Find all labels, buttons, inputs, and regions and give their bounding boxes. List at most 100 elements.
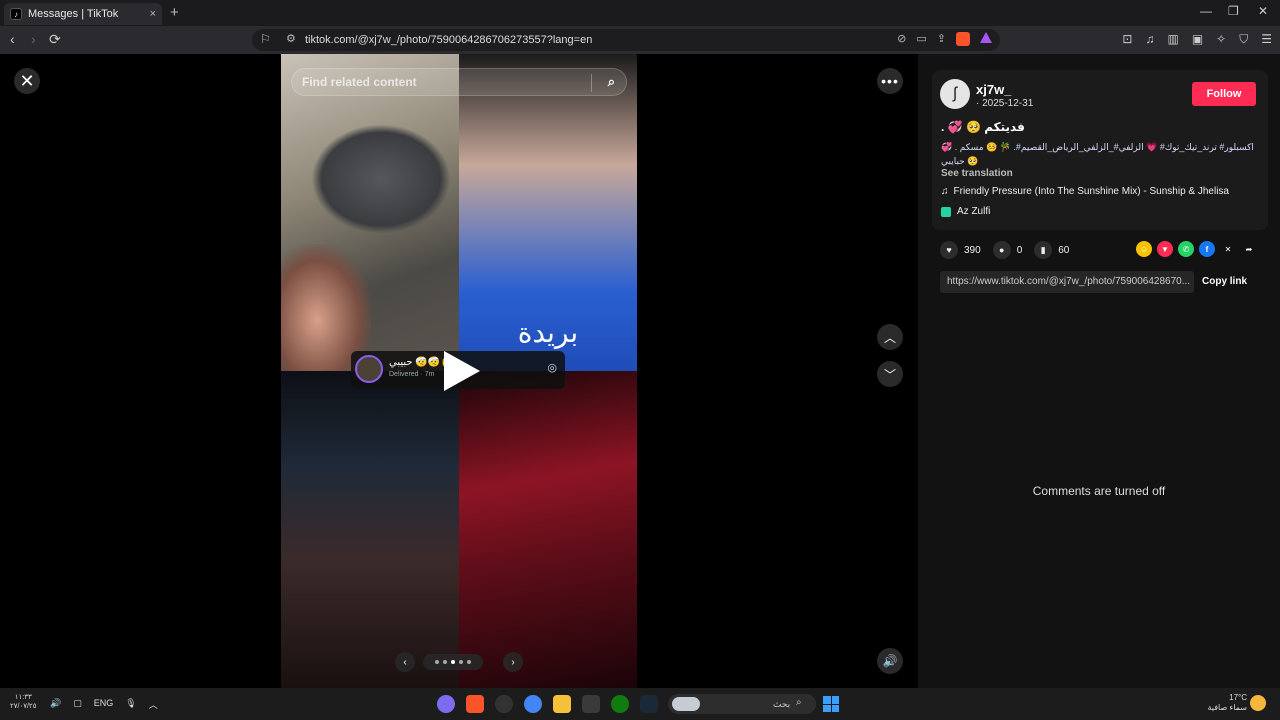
- music-note-icon: ♫: [941, 186, 949, 197]
- tiktok-icon: ♪: [10, 8, 22, 20]
- search-label: بحث: [773, 699, 791, 709]
- minimize-icon[interactable]: —: [1200, 4, 1212, 18]
- post-date: · 2025-12-31: [976, 98, 1034, 109]
- media-icon[interactable]: ♫: [1145, 32, 1154, 47]
- comment-button[interactable]: ● 0: [992, 241, 1022, 259]
- language-indicator[interactable]: ENG: [94, 698, 114, 711]
- emoji-share-icon[interactable]: ☺: [1136, 241, 1152, 257]
- next-slide-button[interactable]: ›: [503, 652, 523, 672]
- facebook-icon[interactable]: f: [1199, 241, 1215, 257]
- save-count: 60: [1058, 244, 1070, 256]
- start-button[interactable]: [823, 696, 839, 712]
- like-count: 390: [964, 244, 981, 256]
- weather-condition: سماء صافية: [1207, 703, 1247, 712]
- previous-slide-button[interactable]: ‹: [395, 652, 415, 672]
- back-icon[interactable]: ‹: [10, 31, 15, 47]
- vpn-icon[interactable]: ⛉: [1239, 32, 1248, 47]
- post-info-card: ʃ xj7w_ · 2025-12-31 Follow . 💞 🥺 فديتكم…: [932, 70, 1268, 230]
- weather-widget[interactable]: 17°C سماء صافية: [1203, 693, 1247, 713]
- windows-taskbar: ١١:٣٣ ٢٧/٠٧/٢٥ 🔊 ▢ ENG 🎙 ︿ بحث ⌕ 17°C سم…: [0, 688, 1280, 720]
- forward-share-icon[interactable]: ➦: [1241, 241, 1257, 257]
- speaker-icon[interactable]: 🔊: [50, 698, 61, 711]
- more-options-button[interactable]: •••: [877, 68, 903, 94]
- bookmark-icon[interactable]: ⚐: [260, 32, 271, 46]
- translate-off-icon[interactable]: ⊘: [897, 32, 906, 46]
- brave-rewards-icon[interactable]: [980, 32, 992, 43]
- address-bar[interactable]: ⚐ ⚙ tiktok.com/@xj7w_/photo/759006428670…: [252, 29, 1000, 51]
- post-link-field[interactable]: https://www.tiktok.com/@xj7w_/photo/7590…: [940, 271, 1194, 293]
- photo-red-light-quadrant: [459, 371, 637, 688]
- photo-viewer: ✕ ••• ︿ ﹀ 🔊 بريدة Find related content ⌕…: [0, 54, 918, 688]
- menu-icon[interactable]: ☰: [1261, 32, 1272, 47]
- slide-dot[interactable]: [435, 660, 439, 664]
- photo-slide[interactable]: بريدة Find related content ⌕ حبيبي 🤕🤕✋ .…: [281, 54, 637, 688]
- file-explorer-icon[interactable]: [553, 695, 571, 713]
- reload-icon[interactable]: ⟳: [49, 31, 61, 48]
- copy-link-row: https://www.tiktok.com/@xj7w_/photo/7590…: [940, 271, 1260, 293]
- screenshot-icon[interactable]: ⊡: [1122, 32, 1132, 47]
- next-post-button[interactable]: ﹀: [877, 361, 903, 387]
- author-avatar[interactable]: ʃ: [940, 79, 970, 109]
- clock[interactable]: ١١:٣٣ ٢٧/٠٧/٢٥: [10, 693, 36, 711]
- network-icon[interactable]: ▢: [73, 698, 82, 711]
- comments-off-message: Comments are turned off: [1032, 484, 1166, 498]
- music-link[interactable]: ♫ Friendly Pressure (Into The Sunshine Mi…: [941, 186, 1229, 197]
- new-tab-button[interactable]: +: [170, 4, 179, 21]
- author-username[interactable]: xj7w_: [976, 82, 1011, 97]
- tab-messages[interactable]: ♪ Messages | TikTok ×: [4, 3, 162, 25]
- engagement-stats: ♥ 390 ● 0 ▮ 60: [940, 241, 1081, 259]
- search-icon[interactable]: ⌕: [608, 74, 615, 90]
- xbox-app-icon[interactable]: [611, 695, 629, 713]
- moon-icon[interactable]: [1250, 695, 1266, 711]
- forward-icon[interactable]: ›: [31, 31, 36, 47]
- save-button[interactable]: ▮ 60: [1034, 241, 1069, 259]
- close-viewer-button[interactable]: ✕: [14, 68, 40, 94]
- message-status: Delivered · 7m: [389, 371, 435, 378]
- weather-cloud-icon: [672, 697, 700, 711]
- cast-icon[interactable]: ▭: [916, 32, 926, 46]
- post-details-panel: ʃ xj7w_ · 2025-12-31 Follow . 💞 🥺 فديتكم…: [918, 54, 1280, 688]
- clock-date: ٢٧/٠٧/٢٥: [10, 703, 37, 710]
- wallet-icon[interactable]: ▣: [1192, 32, 1203, 47]
- taskbar-search[interactable]: بحث ⌕: [668, 694, 816, 714]
- discord-app-icon[interactable]: [437, 695, 455, 713]
- search-icon: ⌕: [796, 697, 802, 708]
- tab-close-icon[interactable]: ×: [150, 8, 156, 20]
- car-image: [311, 124, 451, 234]
- chrome-app-icon[interactable]: [524, 695, 542, 713]
- share-icon[interactable]: ⇪: [937, 32, 946, 46]
- leo-icon[interactable]: ✧: [1216, 32, 1226, 47]
- clock-app-icon[interactable]: [495, 695, 513, 713]
- like-button[interactable]: ♥ 390: [940, 241, 981, 259]
- volume-button[interactable]: 🔊: [877, 648, 903, 674]
- see-translation-link[interactable]: See translation: [941, 168, 1013, 179]
- site-info-icon[interactable]: ⚙: [286, 32, 296, 45]
- url-text[interactable]: tiktok.com/@xj7w_/photo/7590064286706273…: [305, 34, 592, 46]
- related-search-input[interactable]: Find related content ⌕: [291, 68, 627, 96]
- caption-hashtags[interactable]: اكسبلور# ترند_تيك_توك# 💗 الزلفي#_الزلفي_…: [941, 140, 1261, 168]
- search-divider: [591, 74, 592, 92]
- window-close-icon[interactable]: ✕: [1258, 4, 1268, 18]
- microphone-icon[interactable]: 🎙: [125, 698, 136, 711]
- steam-app-icon[interactable]: [640, 695, 658, 713]
- slide-dot[interactable]: [443, 660, 447, 664]
- follow-button[interactable]: Follow: [1192, 82, 1256, 106]
- store-app-icon[interactable]: [582, 695, 600, 713]
- tray-expand-icon[interactable]: ︿: [149, 698, 158, 711]
- previous-post-button[interactable]: ︿: [877, 324, 903, 350]
- copy-link-button[interactable]: Copy link: [1202, 276, 1247, 287]
- brave-shield-icon[interactable]: [956, 32, 970, 46]
- sidebar-icon[interactable]: ▥: [1167, 32, 1178, 47]
- slide-dot[interactable]: [459, 660, 463, 664]
- effect-link[interactable]: Az Zulfi: [941, 206, 990, 217]
- slide-dot[interactable]: [467, 660, 471, 664]
- maximize-icon[interactable]: ❐: [1228, 4, 1239, 18]
- whatsapp-icon[interactable]: ✆: [1178, 241, 1194, 257]
- brave-app-icon[interactable]: [466, 695, 484, 713]
- message-avatar: [355, 355, 383, 383]
- play-icon[interactable]: [444, 351, 480, 391]
- photo-car-interior-quadrant: [281, 371, 459, 688]
- x-icon[interactable]: ✕: [1220, 241, 1236, 257]
- slide-dot-active[interactable]: [451, 660, 455, 664]
- repost-icon[interactable]: ▼: [1157, 241, 1173, 257]
